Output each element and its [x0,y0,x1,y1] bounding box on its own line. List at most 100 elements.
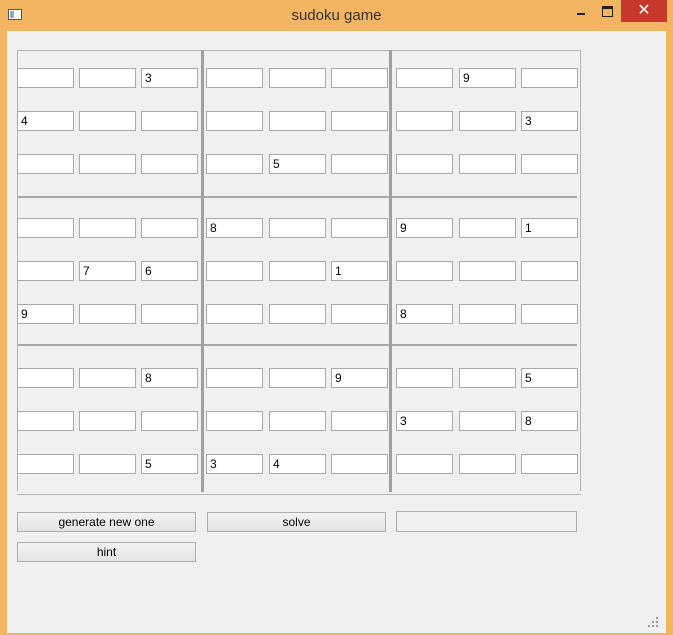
cell-r6-c8[interactable] [459,304,516,324]
cell-r4-c5[interactable] [269,218,326,238]
cell-r5-c8[interactable] [459,261,516,281]
cell-r3-c9[interactable] [521,154,578,174]
cell-r8-c8[interactable] [459,411,516,431]
solve-button[interactable]: solve [207,512,386,532]
cell-r6-c2[interactable] [79,304,136,324]
resize-grip-icon[interactable] [648,617,658,627]
window-frame-right [666,31,673,635]
cell-r3-c6[interactable] [331,154,388,174]
cell-r5-c9[interactable] [521,261,578,281]
cell-r8-c6[interactable] [331,411,388,431]
cell-r3-c2[interactable] [79,154,136,174]
cell-r9-c5[interactable] [269,454,326,474]
cell-r5-c6[interactable] [331,261,388,281]
cell-r3-c3[interactable] [141,154,198,174]
cell-r9-c1[interactable] [17,454,74,474]
block-separator-h2 [17,344,577,346]
cell-r2-c2[interactable] [79,111,136,131]
cell-r9-c6[interactable] [331,454,388,474]
client-area: generate new one solve hint [7,31,666,633]
cell-r5-c3[interactable] [141,261,198,281]
cell-r8-c2[interactable] [79,411,136,431]
cell-r5-c2[interactable] [79,261,136,281]
close-icon: ✕ [637,2,651,19]
cell-r5-c1[interactable] [17,261,74,281]
cell-r2-c1[interactable] [17,111,74,131]
cell-r6-c5[interactable] [269,304,326,324]
cell-r5-c7[interactable] [396,261,453,281]
cell-r9-c4[interactable] [206,454,263,474]
cell-r8-c5[interactable] [269,411,326,431]
cell-r2-c8[interactable] [459,111,516,131]
cell-r1-c6[interactable] [331,68,388,88]
cell-r8-c7[interactable] [396,411,453,431]
block-separator-v2 [389,50,392,492]
title-bar[interactable]: sudoku game ✕ [0,0,673,31]
cell-r4-c3[interactable] [141,218,198,238]
cell-r1-c3[interactable] [141,68,198,88]
cell-r4-c9[interactable] [521,218,578,238]
cell-r1-c4[interactable] [206,68,263,88]
cell-r6-c6[interactable] [331,304,388,324]
cell-r5-c5[interactable] [269,261,326,281]
hint-button[interactable]: hint [17,542,196,562]
cell-r6-c7[interactable] [396,304,453,324]
cell-r3-c1[interactable] [17,154,74,174]
cell-r2-c5[interactable] [269,111,326,131]
cell-r8-c9[interactable] [521,411,578,431]
cell-r7-c3[interactable] [141,368,198,388]
cell-r4-c7[interactable] [396,218,453,238]
cell-r1-c8[interactable] [459,68,516,88]
cell-r1-c2[interactable] [79,68,136,88]
cell-r3-c4[interactable] [206,154,263,174]
cell-r9-c3[interactable] [141,454,198,474]
cell-r7-c7[interactable] [396,368,453,388]
cell-r6-c9[interactable] [521,304,578,324]
cell-r8-c4[interactable] [206,411,263,431]
cell-r6-c4[interactable] [206,304,263,324]
block-separator-h1 [17,196,577,198]
cell-r6-c3[interactable] [141,304,198,324]
cell-r2-c4[interactable] [206,111,263,131]
block-separator-v1 [201,50,204,492]
board-right-border [580,50,581,491]
cell-r7-c8[interactable] [459,368,516,388]
cell-r9-c9[interactable] [521,454,578,474]
cell-r6-c1[interactable] [17,304,74,324]
cell-r7-c9[interactable] [521,368,578,388]
cell-r1-c5[interactable] [269,68,326,88]
maximize-button[interactable] [596,0,620,22]
cell-r7-c6[interactable] [331,368,388,388]
cell-r7-c5[interactable] [269,368,326,388]
cell-r7-c4[interactable] [206,368,263,388]
board-top-border [17,50,581,51]
generate-button[interactable]: generate new one [17,512,196,532]
cell-r8-c1[interactable] [17,411,74,431]
cell-r7-c1[interactable] [17,368,74,388]
cell-r3-c7[interactable] [396,154,453,174]
board-bottom-border [17,494,581,495]
cell-r9-c2[interactable] [79,454,136,474]
cell-r4-c4[interactable] [206,218,263,238]
cell-r3-c8[interactable] [459,154,516,174]
cell-r9-c7[interactable] [396,454,453,474]
cell-r8-c3[interactable] [141,411,198,431]
cell-r1-c7[interactable] [396,68,453,88]
cell-r2-c6[interactable] [331,111,388,131]
cell-r3-c5[interactable] [269,154,326,174]
close-button[interactable]: ✕ [621,0,667,22]
cell-r7-c2[interactable] [79,368,136,388]
cell-r4-c2[interactable] [79,218,136,238]
cell-r4-c8[interactable] [459,218,516,238]
cell-r5-c4[interactable] [206,261,263,281]
cell-r2-c9[interactable] [521,111,578,131]
cell-r9-c8[interactable] [459,454,516,474]
cell-r2-c3[interactable] [141,111,198,131]
cell-r4-c6[interactable] [331,218,388,238]
cell-r1-c1[interactable] [17,68,74,88]
cell-r2-c7[interactable] [396,111,453,131]
minimize-button[interactable] [569,0,593,22]
status-field [396,511,577,532]
cell-r1-c9[interactable] [521,68,578,88]
cell-r4-c1[interactable] [17,218,74,238]
